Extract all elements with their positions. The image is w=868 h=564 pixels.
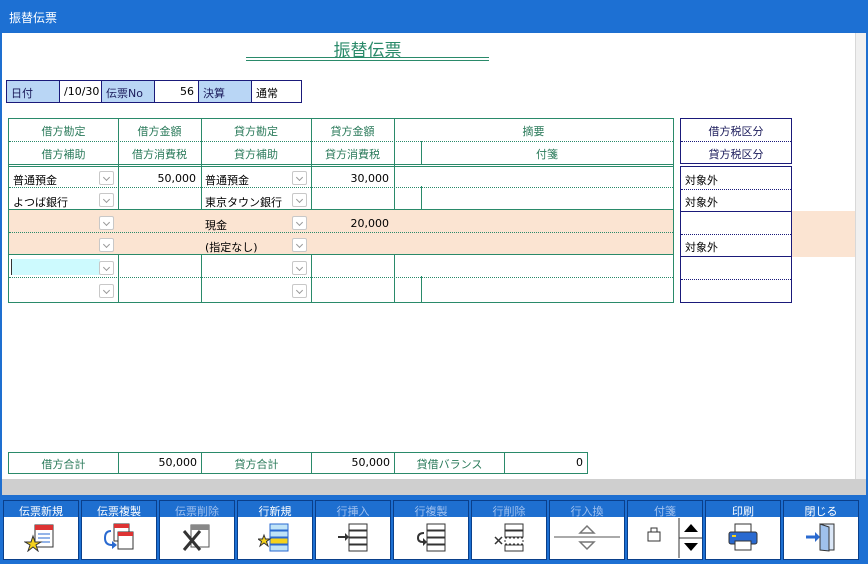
chevron-down-icon[interactable] — [99, 238, 114, 252]
title-bar: 振替伝票 — [0, 0, 868, 32]
horizontal-scrollbar[interactable] — [2, 479, 866, 495]
entry2-debit-account[interactable] — [10, 213, 100, 233]
credit-total-value: 50,000 — [351, 456, 391, 469]
row-band-extension — [792, 211, 855, 257]
entry1-debit-amount[interactable]: 50,000 — [119, 168, 199, 188]
settlement-label: 決算 — [198, 80, 252, 103]
entry1-credit-account[interactable]: 普通預金 — [202, 168, 292, 188]
copy-voucher-icon — [82, 518, 156, 559]
entry1-debit-sub[interactable]: よつば銀行 — [10, 190, 100, 210]
swap-row-button[interactable]: 行入換 — [549, 500, 625, 560]
entry1-credit-amount[interactable]: 30,000 — [312, 168, 392, 188]
credit-total-label: 貸方合計 — [234, 458, 279, 471]
chevron-down-icon[interactable] — [292, 193, 307, 207]
col-credit-sub: 貸方補助 — [234, 148, 278, 161]
new-voucher-label: 伝票新規 — [4, 501, 78, 518]
balance-value: 0 — [576, 456, 583, 469]
voucher-no-label: 伝票No — [101, 80, 155, 103]
col-credit-tax: 貸方消費税 — [325, 148, 380, 161]
entry3-debit-account-input[interactable] — [11, 259, 100, 275]
close-button[interactable]: 閉じる — [783, 500, 859, 560]
debit-total-label: 借方合計 — [41, 458, 86, 471]
date-field[interactable]: /10/30 — [59, 80, 102, 103]
col-debit-tax: 借方消費税 — [132, 148, 187, 161]
print-label: 印刷 — [706, 501, 780, 518]
entry1-credit-sub[interactable]: 東京タウン銀行 — [202, 190, 292, 210]
copy-row-label: 行複製 — [394, 501, 468, 518]
chevron-down-icon[interactable] — [99, 216, 114, 230]
chevron-down-icon[interactable] — [99, 193, 114, 207]
col-debit-account: 借方勘定 — [41, 125, 86, 138]
delete-voucher-button[interactable]: 伝票削除 — [159, 500, 235, 560]
swap-row-icon — [550, 518, 624, 559]
col-debit-tax-class: 借方税区分 — [708, 125, 764, 138]
new-row-label: 行新規 — [238, 501, 312, 518]
entry2-credit-sub[interactable]: (指定なし) — [202, 235, 292, 255]
swap-row-label: 行入換 — [550, 501, 624, 518]
tag-label: 付箋 — [628, 501, 702, 518]
chevron-down-icon[interactable] — [99, 284, 114, 298]
col-summary: 摘要 — [522, 125, 545, 138]
settlement-field[interactable]: 通常 — [251, 80, 302, 103]
col-credit-account: 貸方勘定 — [234, 125, 278, 138]
balance-label: 貸借バランス — [416, 458, 483, 471]
delete-row-icon — [472, 518, 546, 559]
delete-row-button[interactable]: 行削除 — [471, 500, 547, 560]
chevron-down-icon[interactable] — [99, 261, 114, 275]
insert-row-icon — [316, 518, 390, 559]
entry1-debit-account[interactable]: 普通預金 — [10, 168, 100, 188]
exit-door-icon — [784, 518, 858, 559]
entry1-debit-tax-class[interactable]: 対象外 — [685, 172, 718, 188]
tag-icon — [628, 518, 702, 559]
col-tag: 付箋 — [536, 148, 558, 161]
tax-class-header: 借方税区分 貸方税区分 — [680, 118, 792, 164]
journal-grid: 借方勘定 借方金額 貸方勘定 貸方金額 摘要 借方補助 借方消費税 貸方補助 貸… — [8, 118, 674, 303]
col-credit-amount: 貸方金額 — [330, 125, 375, 138]
entry2-credit-tax-class[interactable]: 対象外 — [685, 239, 718, 255]
tag-button[interactable]: 付箋 — [627, 500, 703, 560]
delete-voucher-label: 伝票削除 — [160, 501, 234, 518]
delete-row-label: 行削除 — [472, 501, 546, 518]
voucher-no-field[interactable]: 56 — [154, 80, 199, 103]
chevron-down-icon[interactable] — [292, 238, 307, 252]
printer-icon — [706, 518, 780, 559]
new-voucher-icon — [4, 518, 78, 559]
insert-row-button[interactable]: 行挿入 — [315, 500, 391, 560]
col-debit-sub: 借方補助 — [41, 148, 86, 161]
debit-total-value: 50,000 — [158, 456, 198, 469]
vertical-scrollbar[interactable] — [855, 33, 866, 479]
title-underline — [246, 57, 489, 61]
entry2-credit-amount[interactable]: 20,000 — [312, 213, 392, 233]
col-debit-amount: 借方金額 — [137, 125, 182, 138]
new-voucher-button[interactable]: 伝票新規 — [3, 500, 79, 560]
tax-class-body: 対象外 対象外 対象外 — [680, 166, 792, 303]
copy-row-button[interactable]: 行複製 — [393, 500, 469, 560]
chevron-down-icon[interactable] — [292, 261, 307, 275]
voucher-form: 振替伝票 日付 /10/30 伝票No 56 決算 通常 借方勘定 借方金額 貸… — [2, 33, 866, 495]
chevron-down-icon[interactable] — [292, 284, 307, 298]
entry2-credit-account[interactable]: 現金 — [202, 213, 292, 233]
chevron-down-icon[interactable] — [292, 171, 307, 185]
function-toolbar: 伝票新規 伝票複製 伝票削除 行新規 行挿入 行複製 行削除 行入換 付箋 印刷… — [0, 497, 868, 564]
entry1-credit-tax-class[interactable]: 対象外 — [685, 194, 718, 210]
new-row-button[interactable]: 行新規 — [237, 500, 313, 560]
chevron-down-icon[interactable] — [292, 216, 307, 230]
print-button[interactable]: 印刷 — [705, 500, 781, 560]
copy-voucher-button[interactable]: 伝票複製 — [81, 500, 157, 560]
delete-voucher-icon — [160, 518, 234, 559]
copy-voucher-label: 伝票複製 — [82, 501, 156, 518]
close-label: 閉じる — [784, 501, 858, 518]
col-credit-tax-class: 貸方税区分 — [708, 148, 764, 161]
new-row-icon — [238, 518, 312, 559]
copy-row-icon — [394, 518, 468, 559]
date-label: 日付 — [6, 80, 60, 103]
insert-row-label: 行挿入 — [316, 501, 390, 518]
window-title: 振替伝票 — [9, 11, 58, 25]
chevron-down-icon[interactable] — [99, 171, 114, 185]
totals-row: 借方合計 50,000 貸方合計 50,000 貸借バランス 0 — [8, 452, 588, 474]
